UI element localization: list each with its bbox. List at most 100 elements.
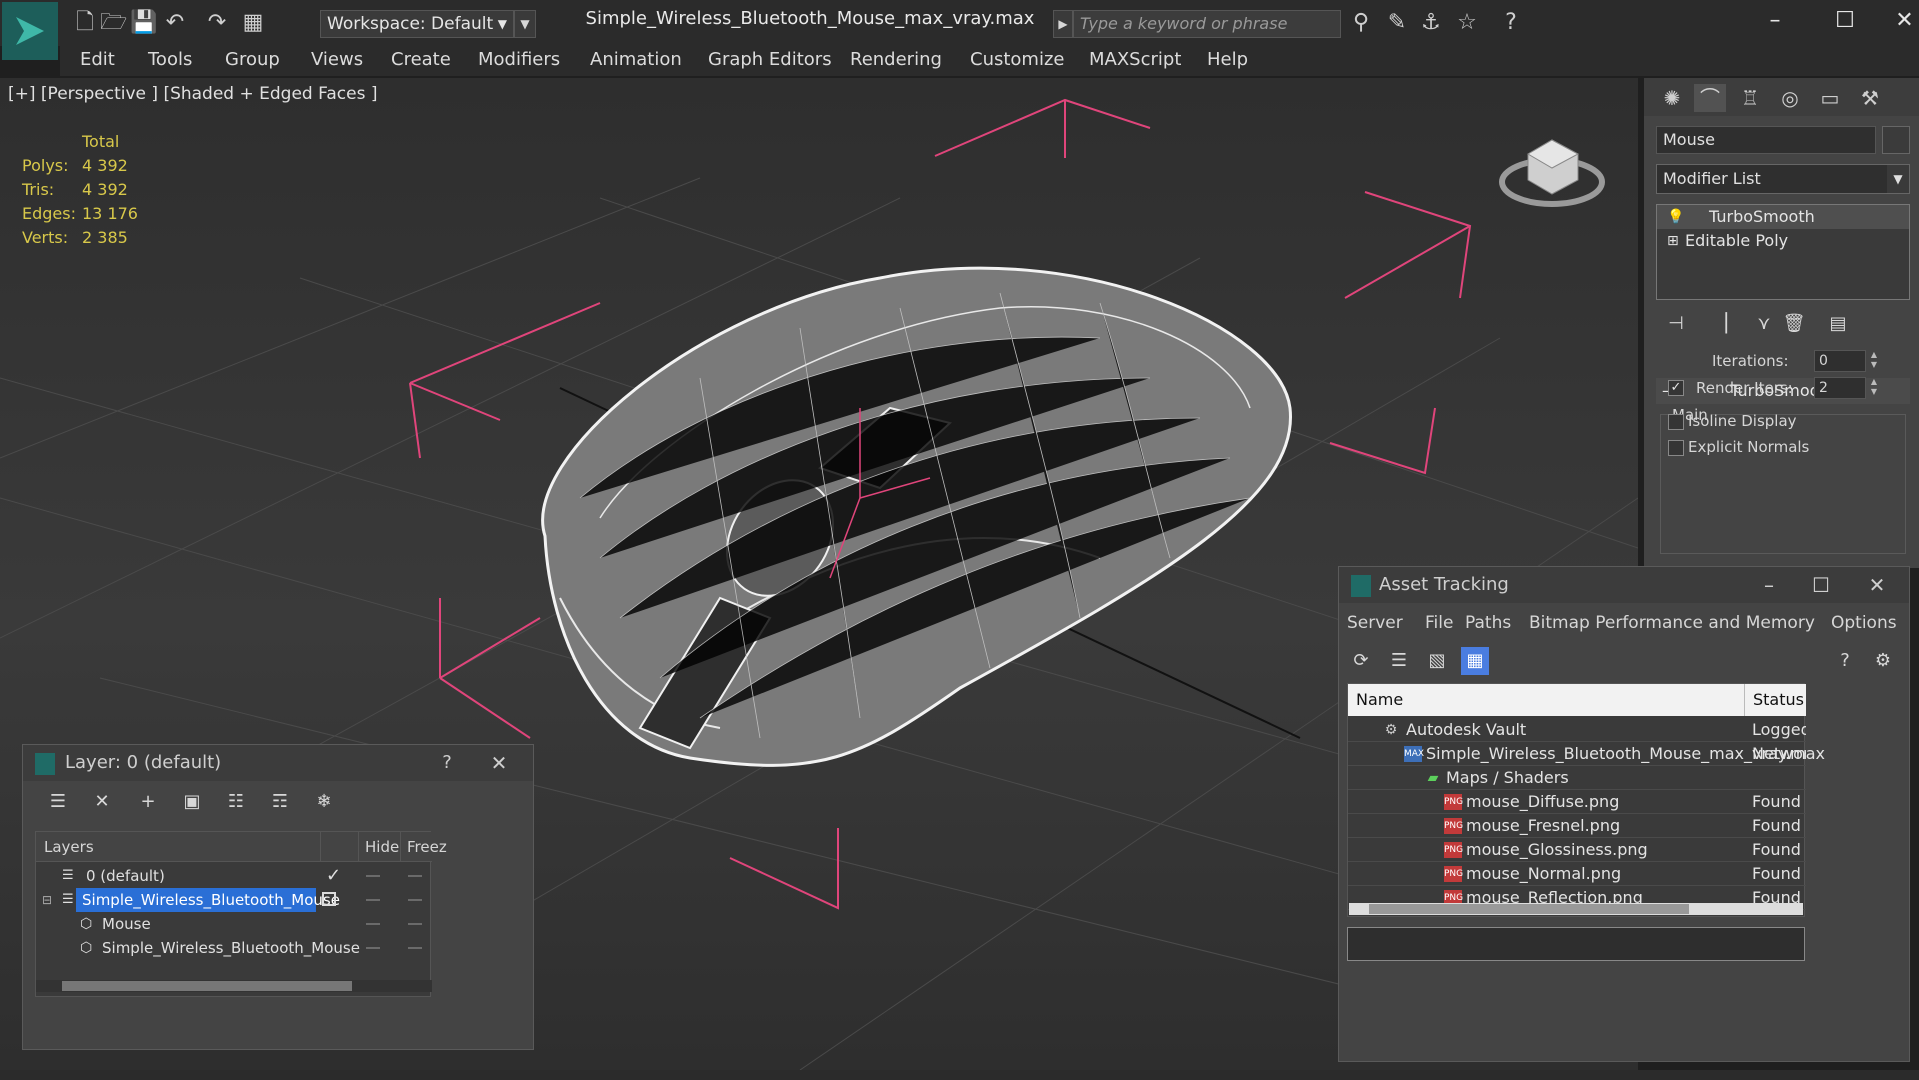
- maximize-icon[interactable]: ☐: [1820, 6, 1870, 36]
- project-folder-icon[interactable]: ▦: [240, 10, 266, 36]
- menu-help[interactable]: Help: [1207, 49, 1248, 70]
- hide-toggle[interactable]: [366, 875, 380, 877]
- layer-row[interactable]: ⬡ Mouse: [36, 912, 432, 936]
- search-expand-button[interactable]: ▶: [1053, 10, 1073, 38]
- help-button[interactable]: ?: [429, 749, 465, 777]
- menu-modifiers[interactable]: Modifiers: [478, 49, 560, 70]
- hide-all-layers-icon[interactable]: ☶: [267, 789, 293, 815]
- scrollbar-thumb[interactable]: [1369, 904, 1689, 914]
- maximize-icon[interactable]: ☐: [1803, 571, 1839, 599]
- object-color-swatch[interactable]: [1882, 126, 1910, 154]
- asset-row[interactable]: ▰ Maps / Shaders: [1348, 766, 1806, 790]
- scrollbar-thumb[interactable]: [62, 981, 352, 991]
- asset-menu-file[interactable]: File: [1425, 613, 1453, 633]
- layer-row[interactable]: ⊟ ☰ Simple_Wireless_Bluetooth_Mouse: [36, 888, 432, 912]
- iterations-spinner[interactable]: 0: [1814, 350, 1866, 372]
- spinner-arrows-icon[interactable]: ▲ ▼: [1868, 377, 1880, 399]
- tools-icon[interactable]: ✎: [1384, 10, 1410, 36]
- remove-modifier-icon[interactable]: 🗑: [1780, 310, 1808, 338]
- motion-tab-icon[interactable]: ◎: [1774, 84, 1806, 112]
- asset-menu-options[interactable]: Options: [1831, 613, 1897, 633]
- display-tab-icon[interactable]: ▭: [1814, 84, 1846, 112]
- hierarchy-tab-icon[interactable]: ♖: [1734, 84, 1766, 112]
- spinner-arrows-icon[interactable]: ▲ ▼: [1868, 350, 1880, 372]
- table-view-icon[interactable]: ▦: [1461, 647, 1489, 675]
- settings-icon[interactable]: ⚙: [1869, 647, 1897, 675]
- render-iters-spinner[interactable]: 2: [1814, 377, 1866, 399]
- lightbulb-icon[interactable]: 💡: [1667, 205, 1684, 229]
- app-logo-icon[interactable]: [2, 2, 58, 60]
- menu-animation[interactable]: Animation: [590, 49, 682, 70]
- show-end-result-icon[interactable]: ▕: [1706, 310, 1734, 338]
- viewcube-icon[interactable]: [1498, 124, 1608, 214]
- asset-menu-server[interactable]: Server: [1347, 613, 1403, 633]
- menu-views[interactable]: Views: [311, 49, 363, 70]
- column-header-layers[interactable]: Layers: [44, 832, 94, 862]
- open-file-icon[interactable]: 🗁: [100, 10, 127, 36]
- search-input[interactable]: Type a keyword or phrase: [1073, 10, 1341, 38]
- menu-create[interactable]: Create: [391, 49, 451, 70]
- save-file-icon[interactable]: 💾: [130, 10, 157, 36]
- menu-tools[interactable]: Tools: [148, 49, 192, 70]
- asset-path-field[interactable]: [1347, 927, 1805, 961]
- collapse-icon[interactable]: ⊟: [42, 888, 52, 912]
- workspace-menu-button[interactable]: ▼: [514, 10, 536, 38]
- select-in-layer-icon[interactable]: ▣: [179, 789, 205, 815]
- modify-tab-icon[interactable]: ⌒: [1694, 84, 1726, 112]
- create-tab-icon[interactable]: ✺: [1656, 84, 1688, 112]
- freeze-toggle[interactable]: [408, 899, 422, 901]
- column-header-freeze[interactable]: Freez: [400, 832, 447, 862]
- new-layer-icon[interactable]: ☰: [45, 789, 71, 815]
- expand-plus-icon[interactable]: ⊞: [1667, 229, 1683, 253]
- asset-row[interactable]: PNG mouse_Diffuse.png Found: [1348, 790, 1806, 814]
- isoline-display-checkbox[interactable]: [1668, 414, 1684, 430]
- hide-toggle[interactable]: [366, 947, 380, 949]
- freeze-toggle[interactable]: [408, 947, 422, 949]
- utilities-tab-icon[interactable]: ⚒: [1854, 84, 1886, 112]
- menu-maxscript[interactable]: MAXScript: [1089, 49, 1181, 70]
- asset-dialog-titlebar[interactable]: Asset Tracking – ☐ ✕: [1339, 567, 1909, 603]
- column-header-status[interactable]: Status: [1744, 684, 1804, 716]
- object-name-field[interactable]: Mouse: [1656, 126, 1876, 154]
- list-view-icon[interactable]: ☰: [1385, 647, 1413, 675]
- asset-row[interactable]: MAX Simple_Wireless_Bluetooth_Mouse_max_…: [1348, 742, 1825, 766]
- asset-row[interactable]: ⚙ Autodesk Vault Logged: [1348, 718, 1806, 742]
- layer-dialog-titlebar[interactable]: Layer: 0 (default) ? ✕: [23, 745, 533, 781]
- current-layer-check-icon[interactable]: ✓: [326, 864, 341, 888]
- menu-group[interactable]: Group: [225, 49, 280, 70]
- help-icon[interactable]: ?: [1831, 647, 1859, 675]
- freeze-all-layers-icon[interactable]: ❄: [311, 789, 337, 815]
- column-header-hide[interactable]: Hide: [358, 832, 399, 862]
- add-to-layer-icon[interactable]: +: [135, 789, 161, 815]
- horizontal-scrollbar[interactable]: [36, 980, 432, 992]
- hide-toggle[interactable]: [366, 899, 380, 901]
- delete-layer-icon[interactable]: ✕: [89, 789, 115, 815]
- asset-row[interactable]: PNG mouse_Fresnel.png Found: [1348, 814, 1806, 838]
- close-icon[interactable]: ✕: [1859, 571, 1895, 599]
- favorites-star-icon[interactable]: ☆: [1454, 10, 1480, 36]
- undo-icon[interactable]: ↶: [162, 10, 188, 36]
- menu-graph-editors[interactable]: Graph Editors: [708, 49, 832, 70]
- stack-item-turbosmooth[interactable]: 💡 TurboSmooth: [1657, 205, 1909, 229]
- viewport-label[interactable]: [+] [Perspective ] [Shaded + Edged Faces…: [8, 84, 377, 104]
- refresh-icon[interactable]: ⟳: [1347, 647, 1375, 675]
- freeze-toggle[interactable]: [408, 875, 422, 877]
- binoculars-icon[interactable]: ⚲: [1348, 10, 1374, 36]
- close-icon[interactable]: ✕: [481, 749, 517, 777]
- workspace-dropdown[interactable]: Workspace: Default ▼: [320, 10, 514, 38]
- asset-menu-bitmap-performance[interactable]: Bitmap Performance and Memory: [1529, 613, 1815, 633]
- column-header-name[interactable]: Name: [1356, 684, 1403, 716]
- minimize-icon[interactable]: –: [1751, 571, 1787, 599]
- menu-customize[interactable]: Customize: [970, 49, 1064, 70]
- hide-toggle[interactable]: [366, 923, 380, 925]
- minimize-icon[interactable]: –: [1750, 6, 1800, 36]
- asset-row[interactable]: PNG mouse_Normal.png Found: [1348, 862, 1806, 886]
- signin-icon[interactable]: ⚓: [1418, 10, 1444, 36]
- explicit-normals-checkbox[interactable]: [1668, 440, 1684, 456]
- set-current-layer-box[interactable]: [322, 892, 336, 906]
- mouse-mesh[interactable]: [541, 266, 1292, 767]
- stack-item-editable-poly[interactable]: ⊞ Editable Poly: [1657, 229, 1909, 253]
- close-icon[interactable]: ✕: [1890, 6, 1919, 36]
- make-unique-icon[interactable]: ⋎: [1750, 310, 1778, 338]
- modifier-list-dropdown[interactable]: Modifier List ▼: [1656, 164, 1910, 194]
